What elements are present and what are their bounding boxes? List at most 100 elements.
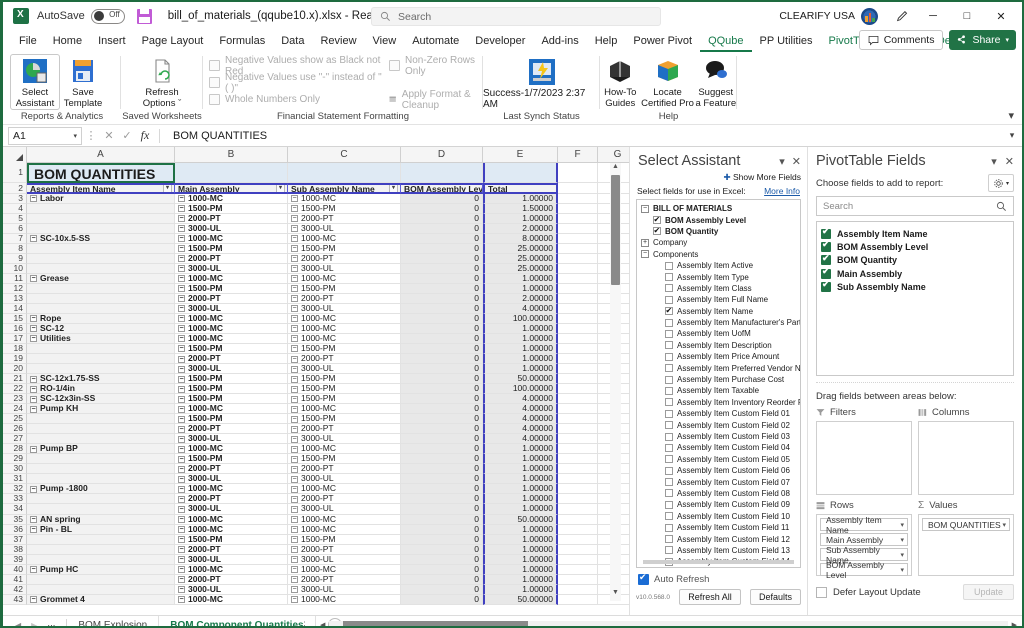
cell-C19[interactable]: −2000-PT — [288, 354, 401, 364]
cell-E26[interactable]: 4.00000 — [483, 424, 558, 434]
collapse-outline-icon[interactable]: − — [178, 486, 185, 493]
row-header-1[interactable]: 1 — [3, 163, 27, 183]
cell-B3[interactable]: −1000-MC — [175, 194, 288, 204]
ribbon-tab-file[interactable]: File — [11, 30, 45, 52]
cell-A23[interactable]: −SC-12x3in-SS — [27, 394, 175, 404]
cell-E42[interactable]: 1.00000 — [483, 585, 558, 595]
collapse-outline-icon[interactable]: − — [291, 205, 298, 212]
collapse-outline-icon[interactable]: − — [30, 566, 37, 573]
collapse-outline-icon[interactable]: − — [291, 516, 298, 523]
row-header-35[interactable]: 35 — [3, 515, 27, 525]
cell-E32[interactable]: 1.00000 — [483, 484, 558, 494]
checkbox-icon[interactable] — [665, 353, 673, 361]
pivot-field-bom-quantity[interactable]: BOM Quantity — [821, 254, 1009, 267]
collapse-outline-icon[interactable]: − — [291, 586, 298, 593]
cell-A16[interactable]: −SC-12 — [27, 324, 175, 334]
cell-E11[interactable]: 1.00000 — [483, 274, 558, 284]
cell-D13[interactable]: 0 — [401, 294, 483, 304]
collapse-outline-icon[interactable]: − — [178, 366, 185, 373]
cell-D4[interactable]: 0 — [401, 204, 483, 214]
collapse-outline-icon[interactable]: − — [30, 335, 37, 342]
row-pill-assembly-item-name[interactable]: Assembly Item Name▾ — [820, 518, 908, 531]
collapse-outline-icon[interactable]: − — [30, 376, 37, 383]
cell-F28[interactable] — [558, 444, 598, 454]
ribbon-tab-insert[interactable]: Insert — [90, 30, 134, 52]
select-assistant-close-icon[interactable]: ✕ — [792, 155, 801, 168]
ribbon-tab-page-layout[interactable]: Page Layout — [134, 30, 212, 52]
cell-A26[interactable] — [27, 424, 175, 434]
row-header-7[interactable]: 7 — [3, 234, 27, 244]
cell-A42[interactable] — [27, 585, 175, 595]
cell-D33[interactable]: 0 — [401, 494, 483, 504]
collapse-outline-icon[interactable]: − — [178, 466, 185, 473]
save-icon[interactable] — [137, 9, 152, 24]
cell-E9[interactable]: 25.00000 — [483, 254, 558, 264]
collapse-outline-icon[interactable]: − — [178, 566, 185, 573]
cell-B37[interactable]: −1500-PM — [175, 535, 288, 545]
cell-A17[interactable]: −Utilities — [27, 334, 175, 344]
cell-B36[interactable]: −1000-MC — [175, 525, 288, 535]
cell-B22[interactable]: −1500-PM — [175, 384, 288, 394]
cell-F38[interactable] — [558, 545, 598, 555]
rows-drop-area[interactable]: Assembly Item Name▾Main Assembly▾Sub Ass… — [816, 514, 912, 576]
cell-B8[interactable]: −1500-PM — [175, 244, 288, 254]
cell-D18[interactable]: 0 — [401, 344, 483, 354]
collapse-outline-icon[interactable]: − — [291, 396, 298, 403]
cell-D38[interactable]: 0 — [401, 545, 483, 555]
collapse-outline-icon[interactable]: − — [178, 456, 185, 463]
cell-A10[interactable] — [27, 264, 175, 274]
scroll-down-icon[interactable]: ▼ — [610, 589, 621, 601]
cell-D1[interactable] — [401, 163, 483, 183]
cell-B1[interactable] — [175, 163, 288, 183]
cell-B15[interactable]: −1000-MC — [175, 314, 288, 324]
collapse-outline-icon[interactable]: − — [178, 416, 185, 423]
cell-B35[interactable]: −1000-MC — [175, 515, 288, 525]
confirm-icon[interactable]: ✓ — [118, 129, 136, 142]
cell-F11[interactable] — [558, 274, 598, 284]
expand-formula-bar-icon[interactable]: ▾ — [1004, 130, 1020, 141]
cell-E34[interactable]: 1.00000 — [483, 504, 558, 514]
ribbon-tab-pp-utilities[interactable]: PP Utilities — [752, 30, 821, 52]
cell-B39[interactable]: −3000-UL — [175, 555, 288, 565]
collapse-outline-icon[interactable]: − — [30, 486, 37, 493]
cell-C31[interactable]: −3000-UL — [288, 474, 401, 484]
how-to-guides-button[interactable]: How-To Guides — [600, 55, 641, 109]
collapse-outline-icon[interactable]: − — [30, 315, 37, 322]
cell-F12[interactable] — [558, 284, 598, 294]
show-more-fields-button[interactable]: ✚ Show More Fields — [636, 169, 801, 183]
cell-B23[interactable]: −1500-PM — [175, 394, 288, 404]
tree-node-assembly-item-custom-field-03[interactable]: Assembly Item Custom Field 03 — [637, 431, 800, 442]
insert-function-icon[interactable]: fx — [136, 128, 154, 143]
expand-icon[interactable]: + — [641, 239, 649, 247]
cell-F16[interactable] — [558, 324, 598, 334]
cell-F21[interactable] — [558, 374, 598, 384]
cell-D32[interactable]: 0 — [401, 484, 483, 494]
collapse-outline-icon[interactable]: − — [291, 556, 298, 563]
cell-C24[interactable]: −1000-MC — [288, 404, 401, 414]
select-assistant-collapse-icon[interactable]: ▾ — [779, 155, 785, 168]
auto-refresh-toggle[interactable]: Auto Refresh — [636, 572, 801, 589]
collapse-outline-icon[interactable]: − — [178, 496, 185, 503]
cell-C27[interactable]: −3000-UL — [288, 434, 401, 444]
cell-F24[interactable] — [558, 404, 598, 414]
checkbox-icon[interactable] — [665, 364, 673, 372]
collapse-outline-icon[interactable]: − — [178, 546, 185, 553]
cell-F31[interactable] — [558, 474, 598, 484]
cell-C33[interactable]: −2000-PT — [288, 494, 401, 504]
cell-C15[interactable]: −1000-MC — [288, 314, 401, 324]
collapse-outline-icon[interactable]: − — [178, 245, 185, 252]
cell-E17[interactable]: 1.00000 — [483, 334, 558, 344]
tree-node-bom-assembly-level[interactable]: BOM Assembly Level — [637, 214, 800, 225]
collapse-outline-icon[interactable]: − — [178, 275, 185, 282]
cell-D22[interactable]: 0 — [401, 384, 483, 394]
collapse-outline-icon[interactable]: − — [291, 235, 298, 242]
cell-B4[interactable]: −1500-PM — [175, 204, 288, 214]
hscroll-right-icon[interactable]: ▶ — [1008, 621, 1021, 628]
cell-D36[interactable]: 0 — [401, 525, 483, 535]
cell-A24[interactable]: −Pump KH — [27, 404, 175, 414]
ribbon-tab-help[interactable]: Help — [587, 30, 626, 52]
ribbon-tab-developer[interactable]: Developer — [467, 30, 533, 52]
cell-A14[interactable] — [27, 304, 175, 314]
collapse-outline-icon[interactable]: − — [30, 516, 37, 523]
cell-F34[interactable] — [558, 504, 598, 514]
